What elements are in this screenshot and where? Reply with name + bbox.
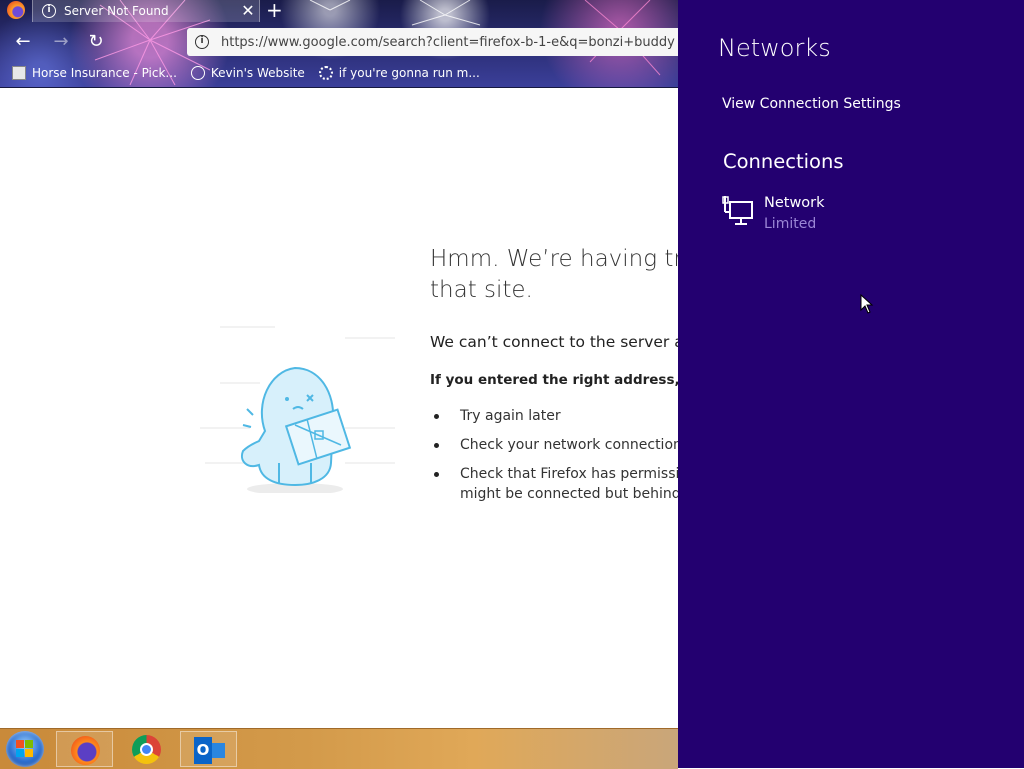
error-title-line: Hmm. We’re having tro	[430, 246, 678, 272]
bookmark-label: Horse Insurance - Pick...	[32, 66, 177, 80]
url-text[interactable]: https://www.google.com/search?client=fir…	[221, 35, 675, 50]
firefox-icon	[7, 1, 25, 19]
bookmark-horse-insurance[interactable]: Horse Insurance - Pick...	[0, 66, 177, 80]
mouse-cursor-icon	[860, 294, 874, 314]
site-info-icon[interactable]: i	[195, 35, 209, 49]
browser-chrome: i Server Not Found ✕ + ← → ↻ i https://w…	[0, 0, 678, 88]
page-icon	[12, 66, 26, 80]
globe-icon	[190, 66, 205, 80]
error-page: Hmm. We’re having tro that site. We can’…	[0, 88, 678, 728]
connections-heading: Connections	[723, 150, 844, 173]
list-item-text: Check that Firefox has permission	[460, 466, 678, 482]
firefox-icon	[71, 736, 100, 765]
start-button[interactable]	[6, 731, 44, 767]
network-status: Limited	[764, 216, 817, 232]
gear-icon	[318, 66, 333, 80]
error-title: Hmm. We’re having tro that site.	[430, 244, 678, 306]
outlook-icon: O	[194, 737, 225, 764]
error-tips-list: Try again later Check your network conne…	[430, 406, 678, 504]
forward-button[interactable]: →	[51, 33, 71, 53]
dinosaur-illustration	[200, 326, 395, 493]
tab-server-not-found[interactable]: i Server Not Found ✕	[32, 0, 260, 22]
new-tab-button[interactable]: +	[266, 0, 283, 22]
bookmark-label: if you're gonna run m...	[338, 66, 480, 80]
taskbar-firefox[interactable]	[56, 731, 113, 767]
panel-title: Networks	[718, 34, 831, 62]
networks-panel: Networks View Connection Settings Connec…	[678, 0, 1024, 768]
list-item: Check that Firefox has permission might b…	[430, 464, 678, 504]
bookmark-kevins-website[interactable]: Kevin's Website	[190, 66, 305, 80]
taskbar: O	[0, 728, 678, 769]
windows-logo-icon	[16, 740, 34, 758]
bookmark-label: Kevin's Website	[210, 66, 305, 80]
url-bar[interactable]: i https://www.google.com/search?client=f…	[187, 28, 678, 56]
tab-title: Server Not Found	[64, 4, 169, 18]
back-button[interactable]: ←	[13, 33, 33, 53]
info-icon: i	[42, 4, 56, 18]
list-item: Try again later	[430, 406, 678, 426]
taskbar-outlook[interactable]: O	[180, 731, 237, 767]
network-name: Network	[764, 195, 825, 211]
view-connection-settings-link[interactable]: View Connection Settings	[722, 96, 901, 112]
bookmarks-bar: Horse Insurance - Pick... Kevin's Websit…	[0, 62, 494, 84]
list-item: Check your network connection	[430, 435, 678, 455]
close-icon[interactable]: ✕	[237, 1, 259, 21]
taskbar-chrome[interactable]	[118, 731, 175, 767]
chrome-icon	[132, 735, 161, 764]
wired-network-icon	[722, 196, 753, 225]
list-item-text: might be connected but behind a	[460, 486, 678, 502]
reload-button[interactable]: ↻	[86, 33, 106, 53]
error-description: We can’t connect to the server at	[430, 333, 678, 351]
error-title-line: that site.	[430, 277, 533, 303]
network-connection-item[interactable]: Network Limited	[722, 190, 982, 236]
bookmark-gonna-run[interactable]: if you're gonna run m...	[318, 66, 480, 80]
error-hint: If you entered the right address, you	[430, 372, 678, 388]
